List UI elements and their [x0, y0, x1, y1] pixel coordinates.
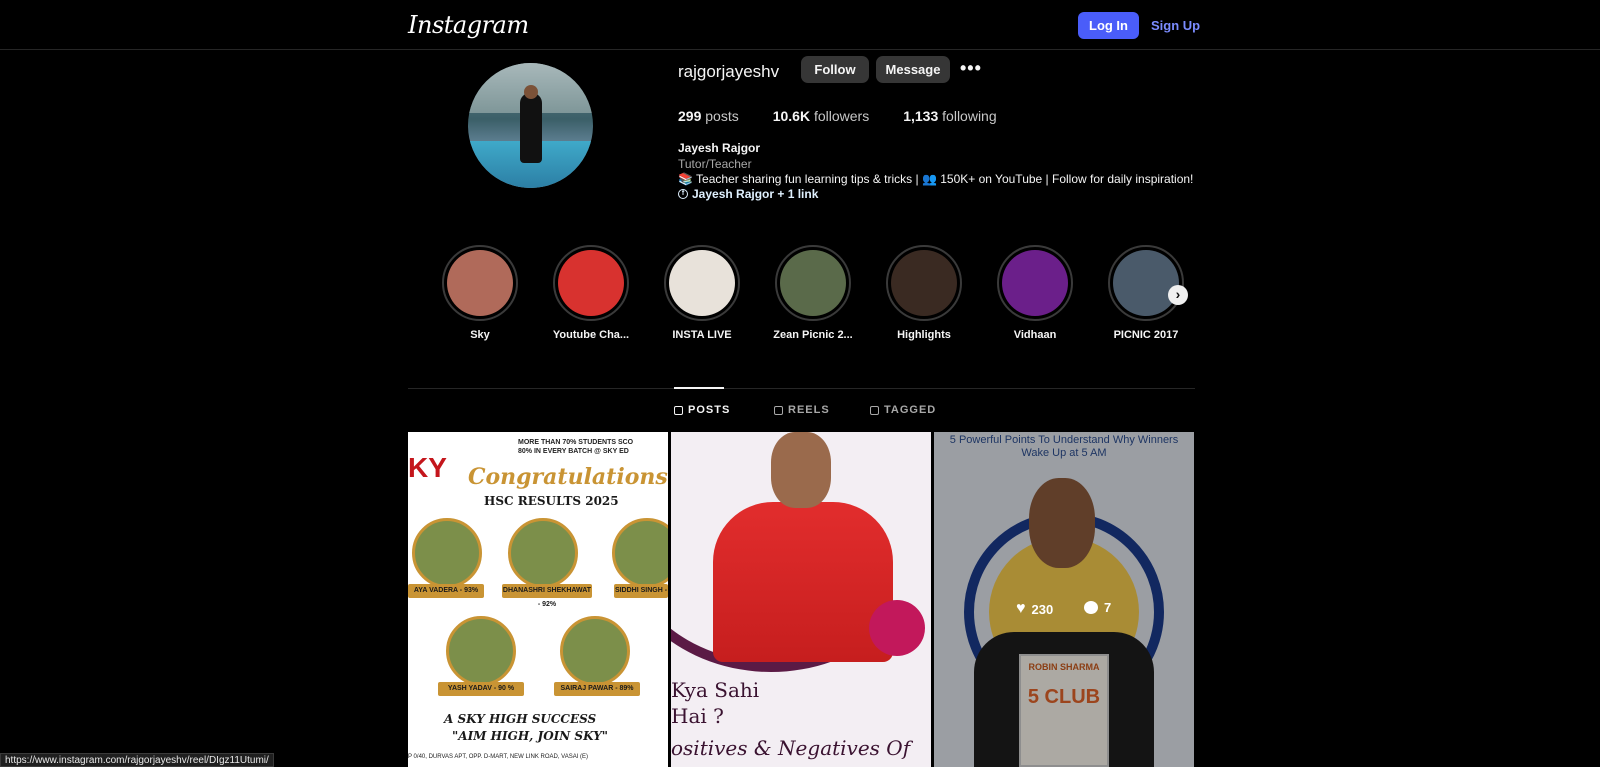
chevron-right-icon[interactable]: › [1168, 285, 1188, 305]
post-caption-top: MORE THAN 70% STUDENTS SCO 80% IN EVERY … [518, 439, 634, 455]
tab-tagged-label: TAGGED [884, 404, 937, 416]
story-highlight[interactable]: INSTA LIVE [652, 245, 752, 341]
highlight-label: Sky [470, 329, 490, 341]
post-tile[interactable]: 5 Powerful Points To Understand Why Winn… [934, 432, 1194, 767]
post-tile[interactable]: KY MORE THAN 70% STUDENTS SCO 80% IN EVE… [408, 432, 668, 767]
post-person-head [771, 432, 831, 508]
highlight-image [447, 250, 513, 316]
sky-logo: KY [408, 452, 447, 483]
highlight-label: PICNIC 2017 [1113, 329, 1179, 341]
post-slogan: "AIM HIGH, JOIN SKY" [452, 729, 609, 743]
message-button[interactable]: Message [876, 56, 950, 83]
highlight-label: INSTA LIVE [672, 329, 732, 341]
profile-link-text[interactable]: Jayesh Rajgor + 1 link [692, 187, 818, 201]
profile-link[interactable]: f Jayesh Rajgor + 1 link [678, 187, 818, 201]
comment-icon [1084, 601, 1098, 614]
post-success-text: A SKY HIGH SUCCESS [444, 712, 597, 726]
story-highlight[interactable]: Youtube Cha... [541, 245, 641, 341]
profile-username: rajgorjayeshv [678, 62, 780, 81]
tab-reels-label: REELS [788, 404, 830, 416]
highlight-label: Vidhaan [1013, 329, 1057, 341]
following-stat[interactable]: 1,133 following [903, 108, 996, 124]
student-name: AYA VADERA - 93% [408, 584, 484, 598]
tabs-divider [408, 388, 1195, 389]
status-bar-url: https://www.instagram.com/rajgorjayeshv/… [0, 753, 274, 767]
profile-stats: 299 posts 10.6K followers 1,133 followin… [678, 108, 997, 124]
student-photo [446, 616, 516, 686]
story-highlight[interactable]: Sky [430, 245, 530, 341]
post-tile[interactable]: Kya Sahi Hai ? ositives & Negatives Of [671, 432, 931, 767]
comments-value: 7 [1104, 600, 1112, 615]
highlight-image [891, 250, 957, 316]
likes-value: 230 [1031, 601, 1054, 617]
comments-count: 7 [1084, 600, 1111, 615]
post-person [713, 502, 893, 662]
student-name: YASH YADAV - 90 % [438, 682, 524, 696]
profile-category: Tutor/Teacher [678, 157, 752, 171]
follow-button[interactable]: Follow [801, 56, 869, 83]
story-highlight[interactable]: Highlights [874, 245, 974, 341]
highlight-cover [1108, 245, 1184, 321]
hover-overlay [934, 432, 1194, 767]
highlight-image [1113, 250, 1179, 316]
post-congrats-text: Congratulations! [468, 464, 668, 490]
instagram-logo[interactable]: Instagram [408, 11, 529, 39]
highlight-label: Youtube Cha... [552, 329, 630, 341]
post-text-line: Kya Sahi [671, 678, 760, 702]
highlight-cover [997, 245, 1073, 321]
active-tab-indicator [674, 387, 724, 389]
tab-posts-label: POSTS [688, 404, 731, 416]
highlight-cover [775, 245, 851, 321]
login-button[interactable]: Log In [1078, 12, 1139, 39]
post-text-line: ositives & Negatives Of [671, 736, 911, 760]
post-heading: HSC RESULTS 2025 [484, 494, 619, 508]
posts-stat: 299 posts [678, 108, 739, 124]
tab-reels[interactable]: REELS [774, 404, 830, 416]
tab-posts[interactable]: POSTS [674, 404, 730, 416]
highlight-cover [553, 245, 629, 321]
facebook-icon: f [678, 189, 688, 199]
reels-icon [774, 405, 783, 415]
tagged-icon [870, 405, 879, 415]
student-photo [612, 518, 668, 588]
post-address: P 0/40, DURVAS APT, OPP. D-MART, NEW LIN… [408, 754, 589, 760]
profile-avatar[interactable] [468, 63, 593, 188]
highlight-image [669, 250, 735, 316]
student-name: DHANASHRI SHEKHAWAT - 92% [502, 584, 592, 608]
story-highlight[interactable]: Zean Picnic 2... [763, 245, 863, 341]
more-options-icon[interactable]: ••• [960, 58, 982, 79]
tab-tagged[interactable]: TAGGED [870, 404, 936, 416]
highlight-image [780, 250, 846, 316]
student-photo [508, 518, 578, 588]
highlight-image [558, 250, 624, 316]
highlight-label: Highlights [897, 329, 951, 341]
likes-count: ♥ 230 [1016, 600, 1053, 618]
student-name: SAIRAJ PAWAR - 89% [554, 682, 640, 696]
decorative-dot [869, 600, 925, 656]
followers-stat[interactable]: 10.6K followers [773, 108, 870, 124]
student-name: SIDDHI SINGH - [614, 584, 668, 598]
story-highlight[interactable]: Vidhaan [985, 245, 1085, 341]
grid-icon [674, 405, 683, 415]
profile-bio: 📚 Teacher sharing fun learning tips & tr… [678, 172, 1194, 186]
signup-link[interactable]: Sign Up [1151, 18, 1200, 33]
highlight-image [1002, 250, 1068, 316]
highlight-cover [886, 245, 962, 321]
heart-icon: ♥ [1016, 600, 1026, 617]
highlight-cover [442, 245, 518, 321]
top-nav: Instagram Log In Sign Up [0, 0, 1600, 50]
post-text-line: Hai ? [671, 704, 724, 728]
student-photo [560, 616, 630, 686]
profile-full-name: Jayesh Rajgor [678, 141, 761, 155]
highlight-cover [664, 245, 740, 321]
highlight-label: Zean Picnic 2... [773, 329, 853, 341]
student-photo [412, 518, 482, 588]
